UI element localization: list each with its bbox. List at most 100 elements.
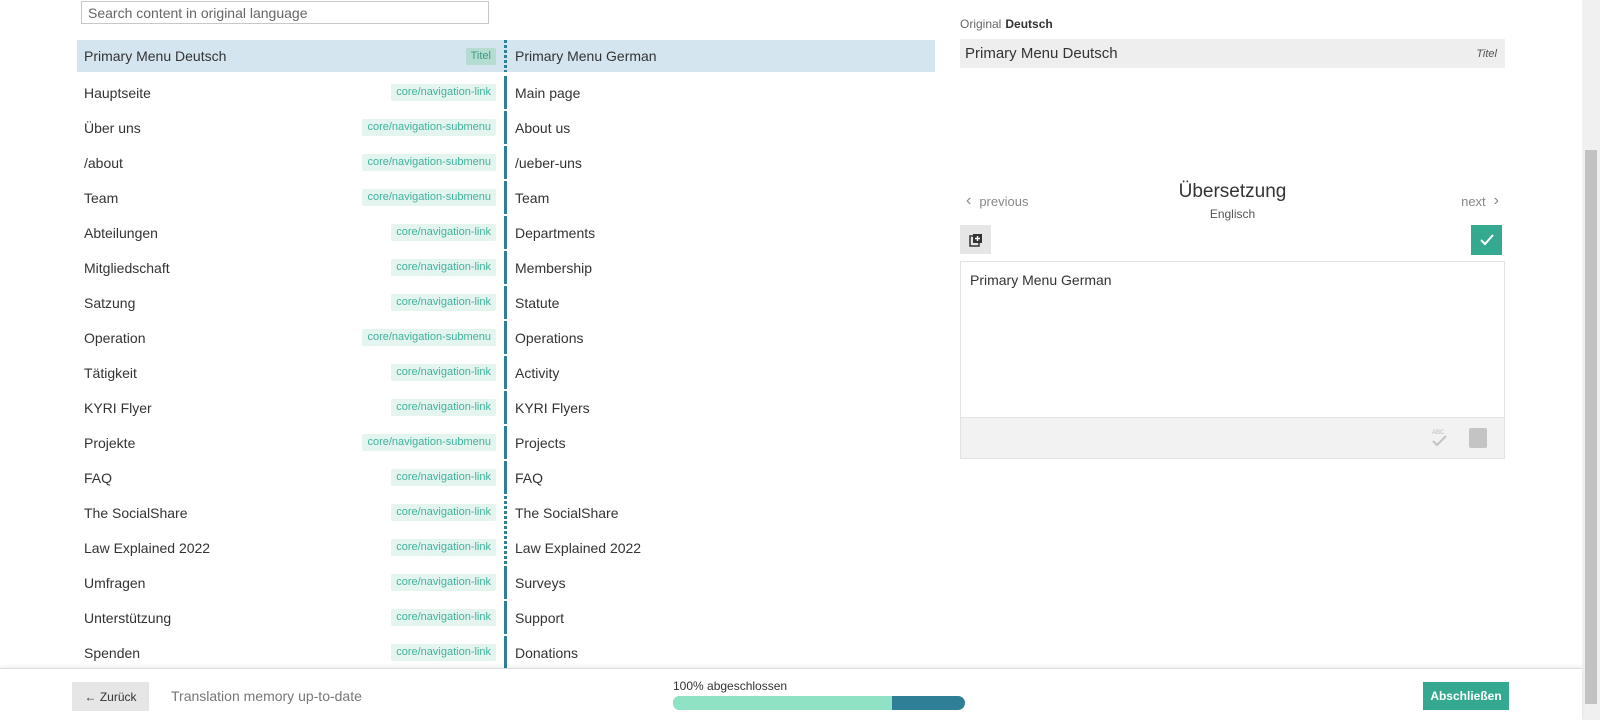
chevron-right-icon: › (1493, 192, 1499, 209)
source-cell: /about core/navigation-submenu (77, 145, 504, 180)
target-text: Support (515, 609, 565, 626)
target-text: Departments (515, 224, 596, 241)
translation-row[interactable]: The SocialShare core/navigation-link The S… (77, 495, 935, 530)
target-cell: Support (507, 600, 935, 635)
target-text: FAQ (515, 469, 544, 486)
block-type-badge: core/navigation-link (391, 504, 496, 521)
search-input[interactable] (81, 1, 489, 24)
copy-original-button[interactable] (960, 225, 991, 254)
target-text: Operations (515, 329, 584, 346)
translation-memory-status: Translation memory up-to-date (171, 688, 362, 704)
block-type-badge: core/navigation-link (391, 574, 496, 591)
source-text: Hauptseite (84, 84, 151, 101)
source-text: Primary Menu Deutsch (84, 48, 227, 64)
editor-toolbar: ABC (961, 417, 1504, 458)
target-text: Surveys (515, 574, 566, 591)
target-cell: Membership (507, 250, 935, 285)
translation-row[interactable]: Primary Menu Deutsch Titel Primary Menu Ge… (77, 40, 935, 72)
source-text: /about (84, 154, 123, 171)
target-text: Team (515, 189, 550, 206)
translation-title: Übersetzung (1178, 181, 1287, 202)
target-cell: Activity (507, 355, 935, 390)
block-type-badge: core/navigation-link (391, 84, 496, 101)
source-cell: Projekte core/navigation-submenu (77, 425, 504, 460)
source-text: Tätigkeit (84, 364, 137, 381)
translation-editor[interactable]: Primary Menu German ABC (960, 261, 1505, 459)
original-text-box: Primary Menu Deutsch Titel (960, 39, 1505, 68)
target-cell: Statute (507, 285, 935, 320)
source-text: Operation (84, 329, 146, 346)
target-text: Primary Menu German (515, 48, 657, 64)
original-text: Primary Menu Deutsch (965, 45, 1118, 62)
translation-row[interactable]: Satzung core/navigation-link Statute (77, 285, 935, 320)
next-label: next (1461, 193, 1486, 209)
source-text: Mitgliedschaft (84, 259, 170, 276)
block-type-badge: core/navigation-link (391, 224, 496, 241)
block-type-badge: core/navigation-link (391, 644, 496, 661)
progress-bar (673, 696, 965, 710)
source-cell: Umfragen core/navigation-link (77, 565, 504, 600)
target-text: Projects (515, 434, 566, 451)
translation-row[interactable]: FAQ core/navigation-link FAQ (77, 460, 935, 495)
target-text: Main page (515, 84, 581, 101)
source-cell: Mitgliedschaft core/navigation-link (77, 250, 504, 285)
translation-row[interactable]: /about core/navigation-submenu/ueber-uns (77, 145, 935, 180)
block-type-badge: core/navigation-link (391, 469, 496, 486)
target-cell: Primary Menu German (507, 40, 935, 72)
next-button[interactable]: next › (1461, 192, 1499, 210)
target-text: The SocialShare (515, 504, 619, 521)
original-header: Original Deutsch (960, 17, 1053, 31)
target-cell: Team (507, 180, 935, 215)
block-type-badge: core/navigation-link (391, 539, 496, 556)
target-cell: FAQ (507, 460, 935, 495)
translation-row[interactable]: Über uns core/navigation-submenu About us (77, 110, 935, 145)
translation-row[interactable]: Operation core/navigation-submenu Operatio… (77, 320, 935, 355)
source-text: The SocialShare (84, 504, 188, 521)
block-type-badge: core/navigation-link (391, 609, 496, 626)
source-cell: Satzung core/navigation-link (77, 285, 504, 320)
source-cell: Abteilungen core/navigation-link (77, 215, 504, 250)
source-cell: KYRI Flyer core/navigation-link (77, 390, 504, 425)
target-cell: Main page (507, 75, 935, 110)
translation-row[interactable]: Hauptseite core/navigation-link Main page (77, 75, 935, 110)
target-cell: Departments (507, 215, 935, 250)
translation-row[interactable]: Abteilungen core/navigation-link Departmen… (77, 215, 935, 250)
finish-button[interactable]: Abschließen (1423, 682, 1509, 710)
translation-row[interactable]: Team core/navigation-submenu Team (77, 180, 935, 215)
source-text: KYRI Flyer (84, 399, 152, 416)
back-button[interactable]: ← Zurück (72, 682, 149, 711)
source-text: Projekte (84, 434, 136, 451)
translation-row[interactable]: Tätigkeit core/navigation-link Activity (77, 355, 935, 390)
source-text: Über uns (84, 119, 141, 136)
block-type-badge: core/navigation-link (391, 294, 496, 311)
source-cell: Operation core/navigation-submenu (77, 320, 504, 355)
translation-text[interactable]: Primary Menu German (961, 262, 1504, 418)
translation-row[interactable]: Mitgliedschaft core/navigation-link Member… (77, 250, 935, 285)
source-text: Law Explained 2022 (84, 539, 211, 556)
spellcheck-icon[interactable]: ABC (1430, 427, 1450, 449)
block-type-badge: core/navigation-submenu (362, 329, 496, 346)
confirm-translation-button[interactable] (1471, 225, 1502, 255)
scrollbar-thumb[interactable] (1585, 150, 1597, 704)
source-text: Satzung (84, 294, 136, 311)
translation-row[interactable]: Unterstützung core/navigation-link Support (77, 600, 935, 635)
block-type-badge: core/navigation-submenu (362, 119, 496, 136)
target-text: Law Explained 2022 (515, 539, 642, 556)
translation-row[interactable]: Umfragen core/navigation-link Surveys (77, 565, 935, 600)
source-text: Team (84, 189, 119, 206)
target-cell: KYRI Flyers (507, 390, 935, 425)
target-cell: Donations (507, 635, 935, 670)
block-type-badge: core/navigation-link (391, 399, 496, 416)
translation-list: Primary Menu Deutsch Titel Primary Menu Ge… (77, 40, 935, 670)
translation-row[interactable]: Spenden core/navigation-link Donations (77, 635, 935, 670)
target-text: /ueber-uns (515, 154, 582, 171)
translation-row[interactable]: KYRI Flyer core/navigation-link KYRI Flyer… (77, 390, 935, 425)
target-cell: Operations (507, 320, 935, 355)
copy-original-icon (968, 233, 982, 247)
translation-row[interactable]: Law Explained 2022 core/navigation-link La… (77, 530, 935, 565)
source-cell: Team core/navigation-submenu (77, 180, 504, 215)
source-cell: Law Explained 2022 core/navigation-link (77, 530, 504, 565)
dictionary-icon[interactable] (1469, 428, 1487, 448)
translation-row[interactable]: Projekte core/navigation-submenu Projects (77, 425, 935, 460)
source-cell: Hauptseite core/navigation-link (77, 75, 504, 110)
